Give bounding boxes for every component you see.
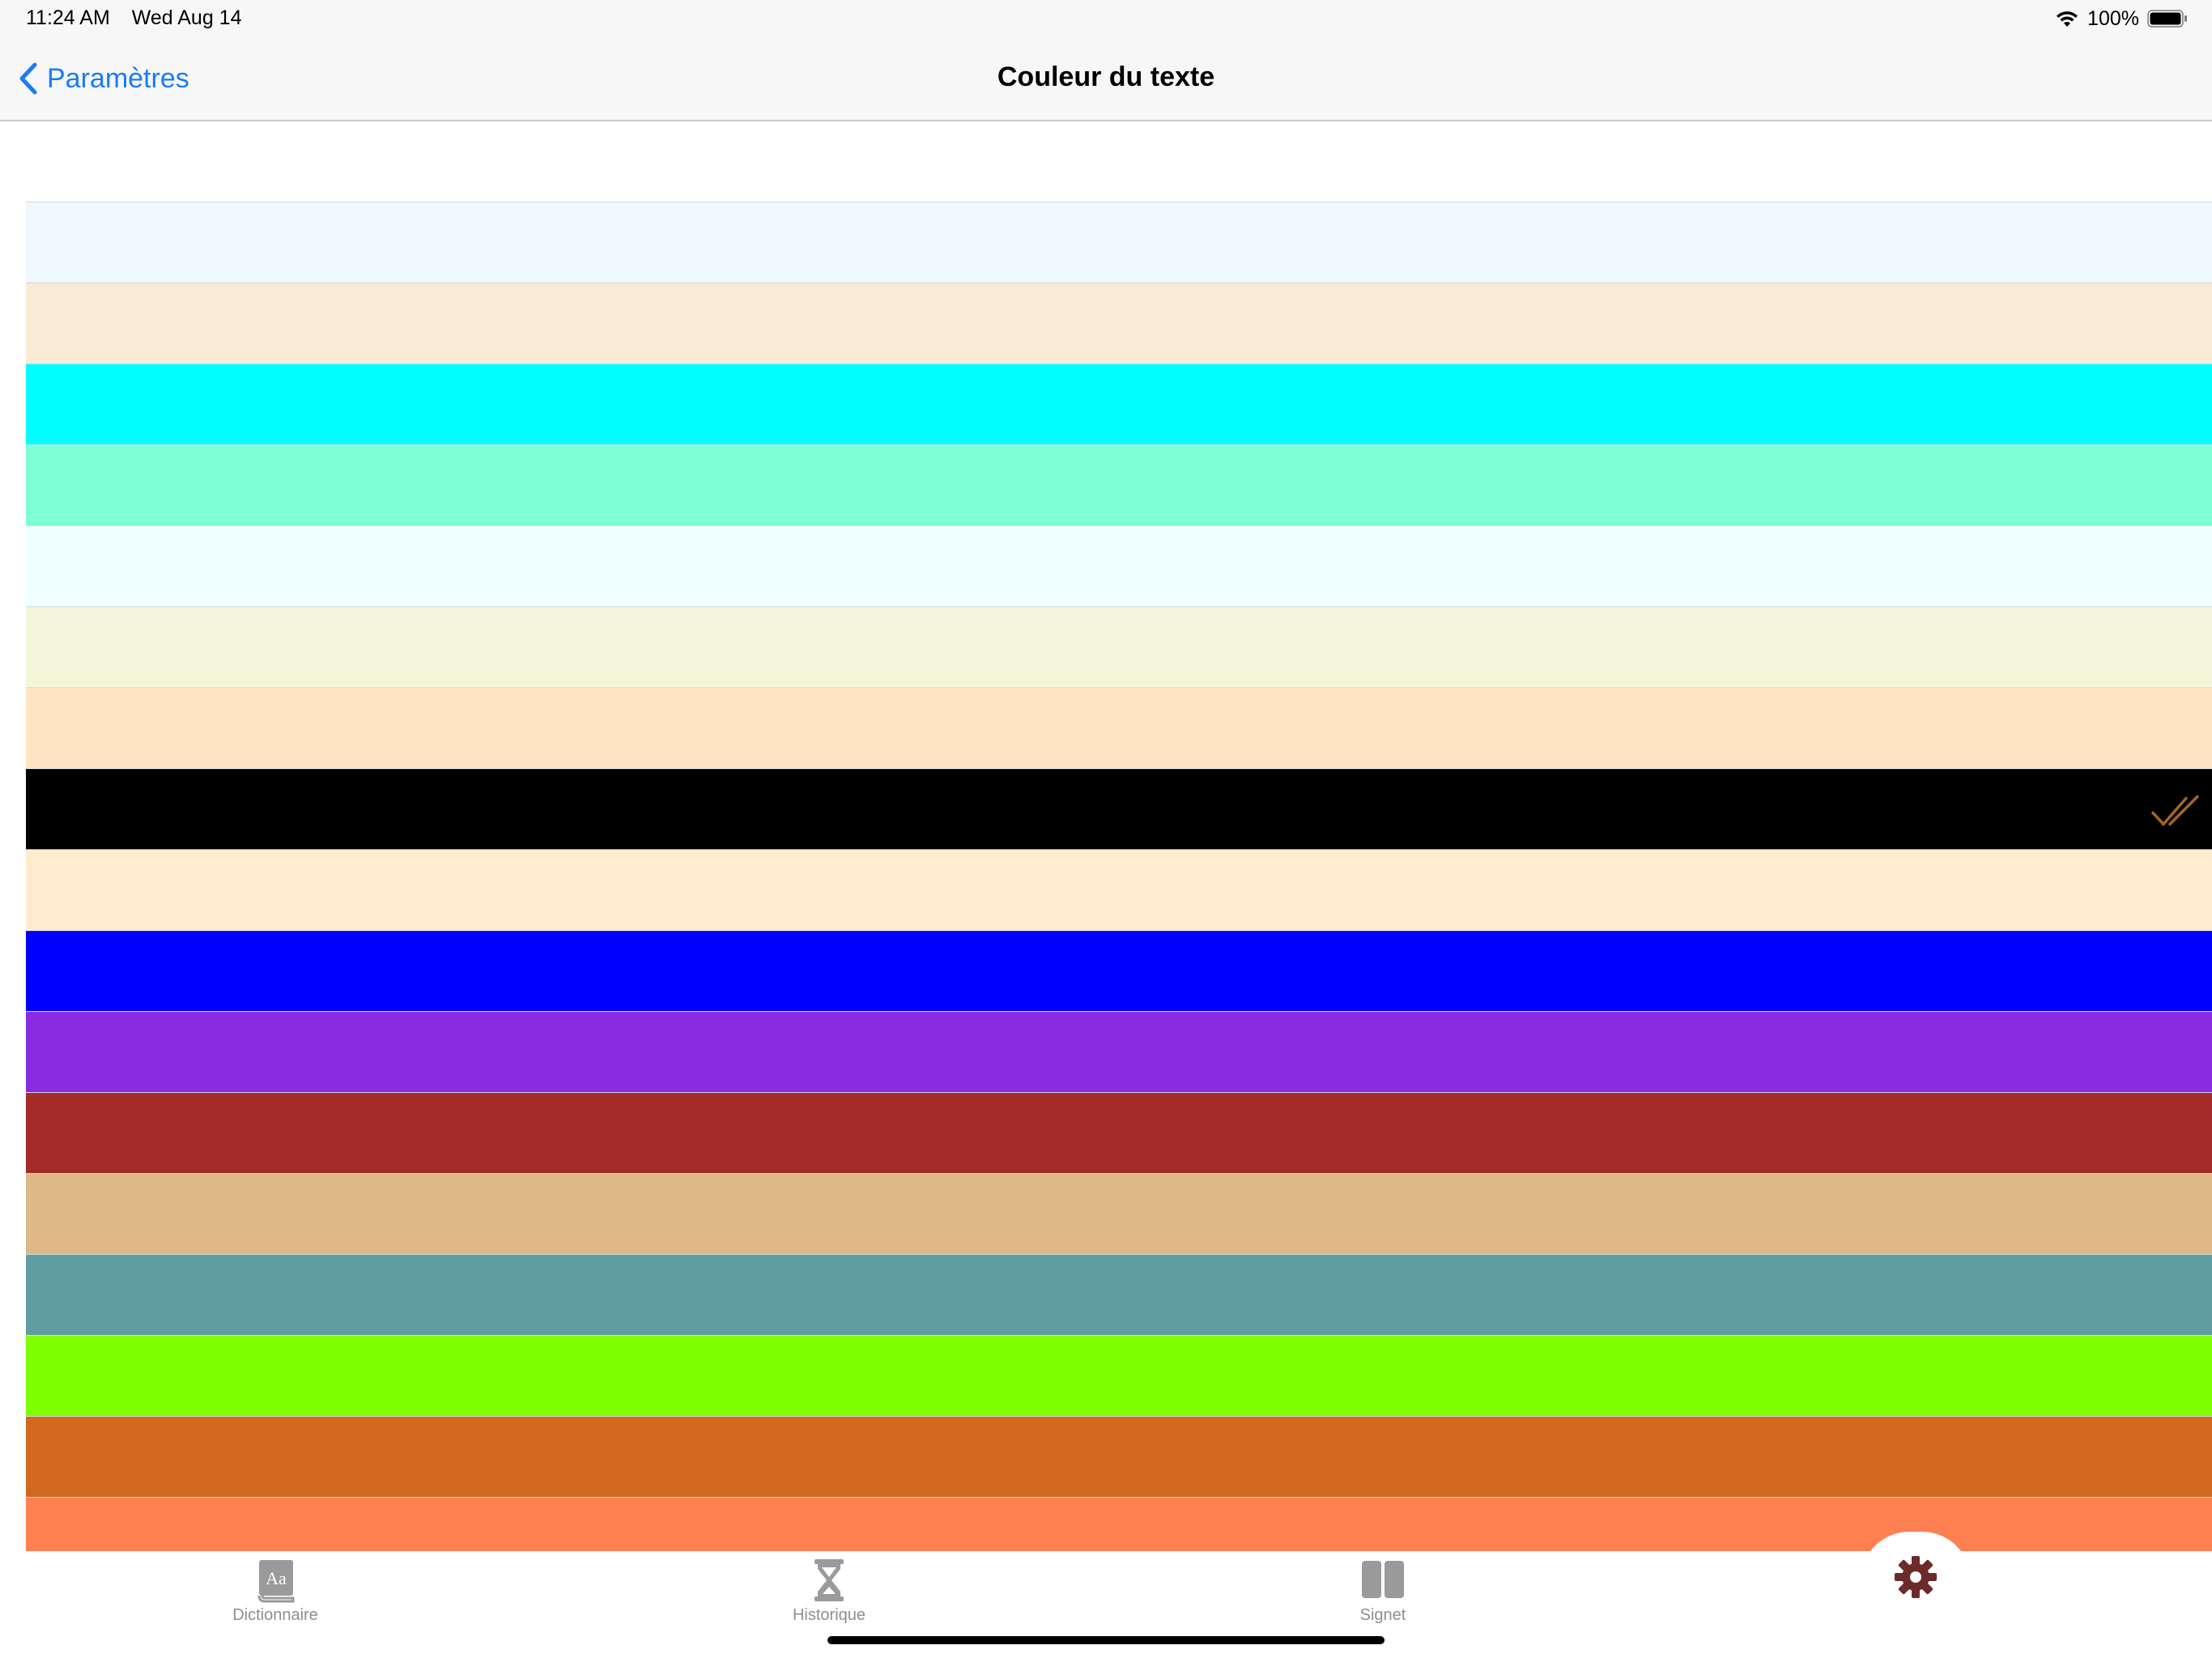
status-date: Wed Aug 14 [131,6,242,29]
color-row[interactable] [26,931,2212,1012]
color-row[interactable] [26,1093,2212,1174]
color-row[interactable] [26,202,2212,283]
navigation-bar: Paramètres Couleur du texte [0,39,2212,121]
color-row[interactable] [26,1255,2212,1336]
color-row[interactable] [26,607,2212,688]
color-row[interactable] [26,1417,2212,1498]
screen: 11:24 AM Wed Aug 14 100% Paramètres Coul… [0,0,2212,1658]
status-right: 100% [2055,6,2188,31]
svg-text:Aa: Aa [266,1568,287,1588]
status-time: 11:24 AM [26,6,110,29]
open-book-icon [1362,1561,1404,1598]
battery-percent: 100% [2087,6,2139,30]
tab-historique[interactable]: Historique [708,1551,951,1640]
color-row[interactable] [26,1012,2212,1093]
color-row[interactable] [26,121,2212,202]
color-list [26,121,2212,1551]
color-row[interactable] [26,526,2212,607]
color-row[interactable] [26,688,2212,769]
hourglass-icon [815,1559,844,1601]
status-bar: 11:24 AM Wed Aug 14 100% [0,0,2212,39]
tab-label-dictionnaire: Dictionnaire [232,1606,318,1624]
color-row[interactable] [26,1174,2212,1255]
color-row[interactable] [26,769,2212,850]
color-row[interactable] [26,283,2212,364]
gear-icon [1895,1556,1937,1598]
color-row[interactable] [26,364,2212,445]
battery-icon [2147,10,2187,28]
dictionary-book-icon: Aa [257,1560,295,1603]
home-indicator[interactable] [827,1636,1385,1644]
tab-signet[interactable]: Signet [1261,1551,1504,1640]
color-row[interactable] [26,850,2212,931]
wifi-icon [2057,11,2078,27]
tab-dictionnaire[interactable]: Aa Dictionnaire [154,1551,397,1640]
color-row[interactable] [26,445,2212,526]
status-left: 11:24 AM Wed Aug 14 [26,6,258,30]
color-row[interactable] [26,1336,2212,1417]
tab-parametres[interactable] [1794,1551,2037,1640]
tab-label-signet: Signet [1359,1606,1406,1624]
checkmark-icon [2151,795,2199,827]
tab-label-historique: Historique [792,1606,866,1624]
page-title: Couleur du texte [997,62,1215,92]
